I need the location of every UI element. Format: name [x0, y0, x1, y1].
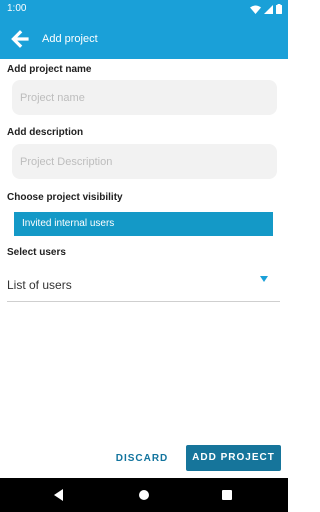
project-name-input[interactable]	[12, 80, 277, 115]
signal-icon	[264, 4, 273, 14]
back-button[interactable]	[8, 27, 32, 51]
users-dropdown[interactable]: List of users	[7, 268, 280, 302]
app-bar: Add project	[0, 18, 288, 59]
status-time: 1:00	[7, 3, 27, 14]
battery-icon	[276, 4, 282, 14]
users-dropdown-value: List of users	[7, 278, 72, 292]
chevron-down-icon	[260, 276, 268, 282]
discard-button[interactable]: DISCARD	[110, 450, 174, 468]
page-title: Add project	[42, 33, 98, 45]
select-users-label: Select users	[7, 247, 66, 258]
project-description-input[interactable]	[12, 144, 277, 179]
visibility-select[interactable]: Invited internal users	[14, 212, 273, 236]
status-bar: 1:00	[0, 0, 288, 18]
nav-back-icon[interactable]	[54, 489, 63, 501]
visibility-label: Choose project visibility	[7, 192, 123, 203]
wifi-icon	[250, 5, 261, 14]
project-name-label: Add project name	[7, 64, 92, 75]
description-label: Add description	[7, 127, 84, 138]
nav-recents-icon[interactable]	[222, 490, 232, 500]
add-project-button[interactable]: ADD PROJECT	[186, 445, 281, 471]
arrow-back-icon	[11, 30, 29, 48]
status-icons	[250, 4, 282, 14]
navigation-bar	[0, 478, 288, 512]
nav-home-icon[interactable]	[139, 490, 149, 500]
